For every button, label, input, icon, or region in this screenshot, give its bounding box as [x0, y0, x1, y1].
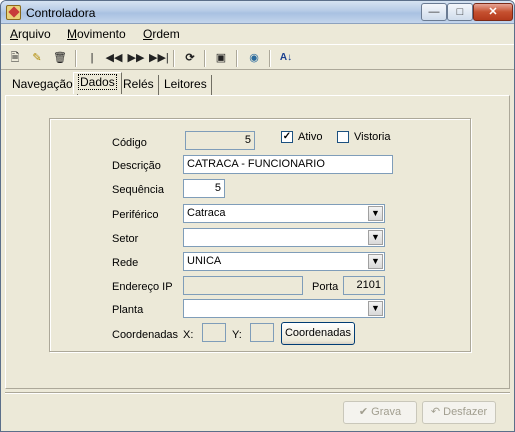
codigo-label: Código — [112, 137, 147, 149]
first-record-icon[interactable]: |◀◀ — [83, 49, 101, 82]
periferico-value: Catraca — [187, 207, 226, 219]
toolbar-separator — [236, 50, 238, 67]
next-record-icon[interactable]: ▶▶ — [127, 49, 145, 67]
previous-record-icon[interactable]: ◀◀ — [105, 49, 123, 67]
grava-label: Grava — [371, 406, 402, 418]
minimize-button[interactable]: — — [421, 3, 447, 21]
close-icon: ✕ — [488, 6, 498, 18]
coordenadas-button[interactable]: Coordenadas — [281, 322, 355, 345]
chevron-down-icon[interactable]: ▼ — [368, 230, 383, 245]
toolbar-separator — [173, 50, 175, 67]
periferico-label: Periférico — [112, 209, 159, 221]
endereco-ip-label: Endereço IP — [112, 281, 173, 293]
sort-az-icon[interactable]: A↓ — [277, 49, 295, 67]
menu-arquivo[interactable]: Arquivo — [10, 27, 51, 41]
rede-value: UNICA — [187, 255, 222, 267]
tab-strip: Navegação Dados Relés Leitores — [1, 71, 514, 95]
chevron-down-icon[interactable]: ▼ — [368, 301, 383, 316]
toolbar-separator — [204, 50, 206, 67]
close-button[interactable]: ✕ — [473, 3, 513, 21]
porta-field[interactable]: 2101 — [343, 276, 385, 295]
controladora-window: Controladora — □ ✕ Arquivo Movimento Ord… — [0, 0, 515, 432]
planta-select[interactable]: ▼ — [183, 299, 385, 318]
chevron-down-icon[interactable]: ▼ — [368, 206, 383, 221]
setor-select[interactable]: ▼ — [183, 228, 385, 247]
y-field[interactable] — [250, 323, 274, 342]
delete-icon[interactable]: 🗑 — [51, 49, 69, 67]
vistoria-label: Vistoria — [354, 131, 391, 143]
refresh-icon[interactable]: ⟳ — [181, 49, 199, 67]
edit-icon[interactable]: ✎ — [28, 49, 46, 67]
planta-label: Planta — [112, 304, 144, 316]
rede-select[interactable]: UNICA ▼ — [183, 252, 385, 271]
menu-ordem[interactable]: Ordem — [143, 27, 180, 41]
checkmark-icon: ✓ — [282, 131, 292, 142]
sequencia-field[interactable]: 5 — [183, 179, 225, 198]
toolbar-separator — [269, 50, 271, 67]
last-record-icon[interactable]: ▶▶| — [149, 49, 169, 67]
tab-reles[interactable]: Relés — [119, 75, 159, 95]
tab-dados[interactable]: Dados — [73, 72, 122, 94]
ativo-label: Ativo — [298, 131, 323, 143]
toolbar: 🗎 ✎ 🗑 |◀◀ ◀◀ ▶▶ ▶▶| ⟳ ▣ ◉ A↓ — [1, 44, 514, 82]
periferico-select[interactable]: Catraca ▼ — [183, 204, 385, 223]
descricao-field[interactable]: CATRACA - FUNCIONARIO — [183, 155, 393, 174]
desfazer-label: Desfazer — [443, 406, 488, 418]
x-field[interactable] — [202, 323, 226, 342]
coordenadas-label: Coordenadas — [112, 329, 179, 341]
footer-divider — [5, 392, 510, 394]
menu-movimento[interactable]: Movimento — [67, 27, 126, 41]
desfazer-button[interactable]: ↶ Desfazer — [422, 401, 496, 424]
title-bar[interactable]: Controladora — □ ✕ — [1, 1, 514, 24]
menu-bar: Arquivo Movimento Ordem — [1, 24, 514, 44]
porta-label: Porta — [312, 281, 339, 293]
x-label: X: — [183, 329, 194, 341]
endereco-ip-field[interactable] — [183, 276, 303, 295]
chevron-down-icon[interactable]: ▼ — [368, 254, 383, 269]
vistoria-checkbox[interactable] — [337, 131, 349, 143]
maximize-button[interactable]: □ — [447, 3, 473, 21]
minimize-icon: — — [428, 6, 440, 18]
checkmark-icon: ✔ — [358, 406, 369, 418]
undo-icon: ↶ — [430, 406, 441, 418]
window-title: Controladora — [26, 6, 96, 20]
rede-label: Rede — [112, 257, 139, 269]
tab-navegacao[interactable]: Navegação — [8, 75, 78, 95]
tab-leitores[interactable]: Leitores — [160, 75, 212, 95]
app-icon — [6, 5, 21, 20]
y-label: Y: — [232, 329, 242, 341]
toolbar-separator — [75, 50, 77, 67]
codigo-field[interactable]: 5 — [185, 131, 255, 150]
properties-icon[interactable]: ▣ — [212, 49, 230, 67]
new-document-icon[interactable]: 🗎 — [6, 49, 24, 67]
descricao-label: Descrição — [112, 160, 161, 172]
setor-label: Setor — [112, 233, 139, 245]
maximize-icon: □ — [456, 6, 464, 18]
ativo-checkbox[interactable]: ✓ — [281, 131, 293, 143]
grava-button[interactable]: ✔ Grava — [343, 401, 417, 424]
sequencia-label: Sequência — [112, 184, 164, 196]
report-icon[interactable]: ◉ — [245, 49, 263, 67]
